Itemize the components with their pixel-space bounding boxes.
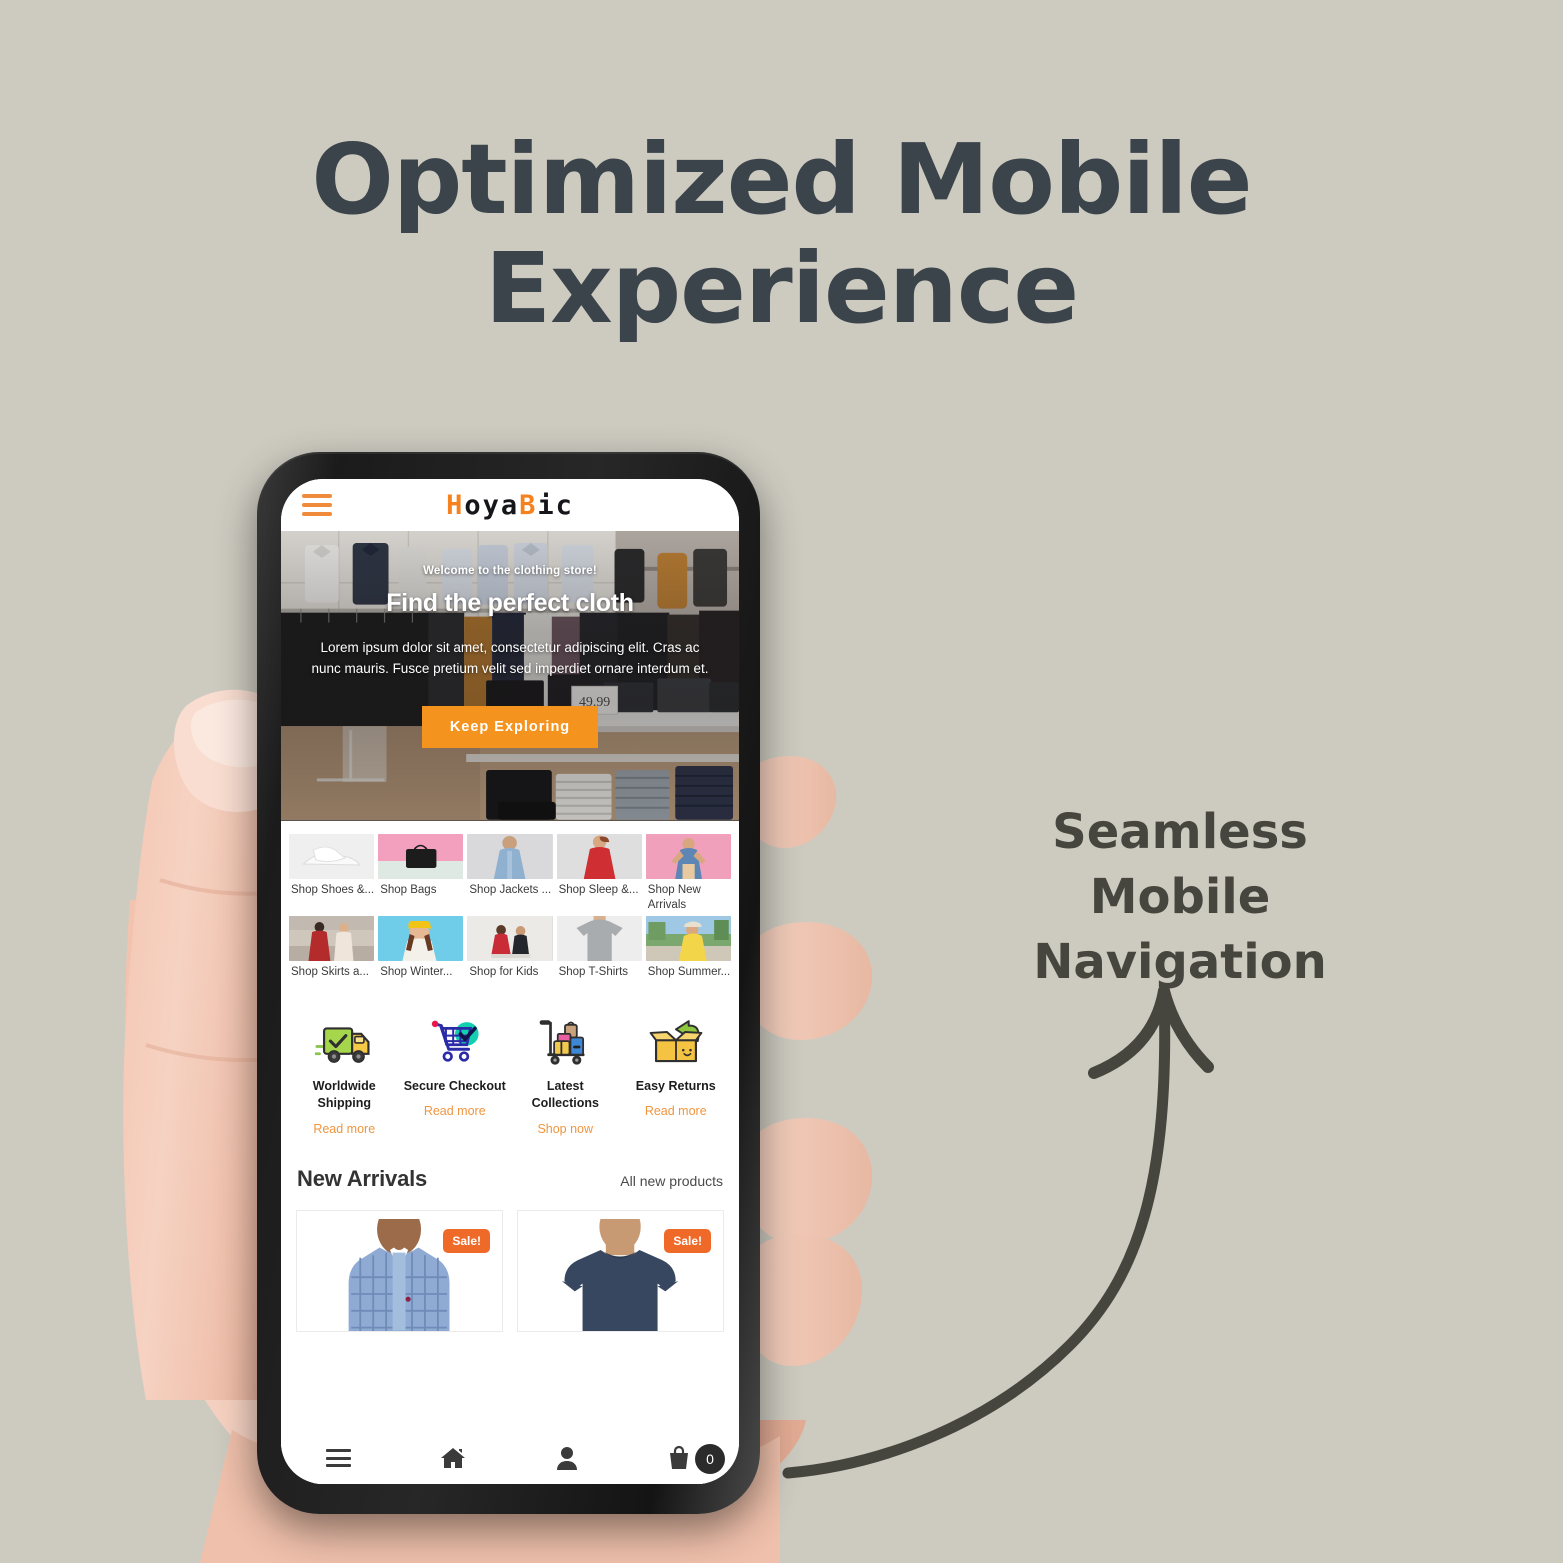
category-image [467,916,553,961]
category-tile[interactable]: Shop Shoes &... [289,834,375,913]
phone-screen: HoyaBic Welcome to the clothing store! F… [281,479,739,1484]
category-tile[interactable]: Shop T-Shirts [556,916,642,995]
feature-title: Easy Returns [635,1079,716,1093]
category-tile[interactable]: Shop Winter... [378,916,464,995]
luggage-cart-icon [539,1020,585,1065]
category-tile[interactable]: Shop Skirts a... [289,916,375,995]
product-card[interactable]: Sale! [296,1209,503,1332]
nav-item-cart[interactable]: 0 [625,1444,740,1474]
hero-subtitle: Lorem ipsum dolor sit amet, consectetur … [311,640,709,676]
category-image [289,916,375,961]
feature-link[interactable]: Read more [313,1122,375,1136]
category-image [289,834,375,879]
feature-link[interactable]: Read more [424,1104,486,1118]
category-grid: Shop Shoes &... Shop Bags Shop Jackets .… [281,821,739,1001]
hamburger-icon [325,1449,351,1467]
feature-item[interactable]: Worldwide Shipping Read more [291,1017,398,1136]
hero-banner: 49.99 [281,531,739,821]
category-tile[interactable]: Shop Bags [378,834,464,913]
category-image [645,916,731,961]
bottom-navigation: 0 [281,1432,739,1484]
feature-title: Worldwide Shipping [312,1079,376,1111]
category-label: Shop for Kids [469,966,539,978]
keep-exploring-button[interactable]: Keep Exploring [421,705,599,748]
nav-item-account[interactable] [510,1446,625,1470]
hero-content: Welcome to the clothing store! Find the … [281,565,739,748]
poster-canvas: Optimized Mobile Experience HoyaBic Welc… [0,0,1563,1563]
open-box-return-icon [649,1020,703,1063]
all-new-products-link[interactable]: All new products [620,1173,723,1189]
category-image [378,916,464,961]
person-icon [557,1447,578,1470]
logo-part-3: B [519,489,538,521]
product-card[interactable]: Sale! [517,1209,724,1332]
category-label: Shop Winter... [380,966,453,978]
category-tile[interactable]: Shop Jackets ... [467,834,553,913]
category-label: Shop New Arrivals [647,884,701,912]
category-tile[interactable]: Shop Sleep &... [556,834,642,913]
category-tile[interactable]: Shop for Kids [467,916,553,995]
category-label: Shop Summer... [647,966,731,978]
annotation-line-2: Navigation [1033,933,1327,990]
annotation-arrow [760,955,1230,1500]
category-image [467,834,553,879]
features-row: Worldwide Shipping Read more Secure Chec… [281,1001,739,1150]
logo-part-4: ic [537,489,574,521]
hero-title: Find the perfect cloth [386,589,634,617]
shopping-bag-icon [669,1445,688,1469]
logo-part-2: oya [464,489,520,521]
phone-mockup: HoyaBic Welcome to the clothing store! F… [257,452,760,1514]
category-label: Shop Skirts a... [291,966,369,978]
home-icon [440,1448,465,1468]
secure-cart-check-icon [431,1020,479,1062]
headline-line-2: Experience [484,231,1079,345]
category-label: Shop Jackets ... [469,884,552,896]
page-title: Optimized Mobile Experience [0,123,1563,345]
feature-item[interactable]: Secure Checkout Read more [402,1017,509,1136]
category-image [556,834,642,879]
feature-title: Secure Checkout [403,1079,506,1093]
feature-title: Latest Collections [531,1079,599,1111]
feature-link[interactable]: Shop now [537,1122,593,1136]
category-tile[interactable]: Shop Summer... [645,916,731,995]
category-image [378,834,464,879]
new-arrivals-header: New Arrivals All new products [281,1149,739,1192]
hamburger-icon[interactable] [302,494,332,516]
annotation-text: Seamless Mobile Navigation [960,800,1400,994]
annotation-line-1: Seamless Mobile [1052,804,1308,925]
category-image [556,916,642,961]
feature-item[interactable]: Latest Collections Shop now [512,1017,619,1136]
category-image [645,834,731,879]
cart-count-badge: 0 [695,1444,725,1474]
category-label: Shop Bags [380,884,437,896]
hero-kicker: Welcome to the clothing store! [423,565,597,577]
category-label: Shop Sleep &... [558,884,639,896]
category-label: Shop Shoes &... [291,884,375,896]
nav-item-home[interactable] [396,1446,511,1470]
logo-part-1: H [446,489,465,521]
delivery-truck-icon [315,1027,370,1063]
feature-link[interactable]: Read more [645,1104,707,1118]
headline-line-1: Optimized Mobile [311,123,1252,236]
sale-badge: Sale! [443,1228,490,1253]
new-arrivals-title: New Arrivals [297,1165,428,1191]
app-logo[interactable]: HoyaBic [281,490,739,521]
feature-item[interactable]: Easy Returns Read more [623,1017,730,1136]
category-label: Shop T-Shirts [558,966,629,978]
sale-badge: Sale! [664,1228,711,1253]
category-tile[interactable]: Shop New Arrivals [645,834,731,913]
app-header: HoyaBic [281,479,739,531]
nav-item-menu[interactable] [281,1449,396,1467]
